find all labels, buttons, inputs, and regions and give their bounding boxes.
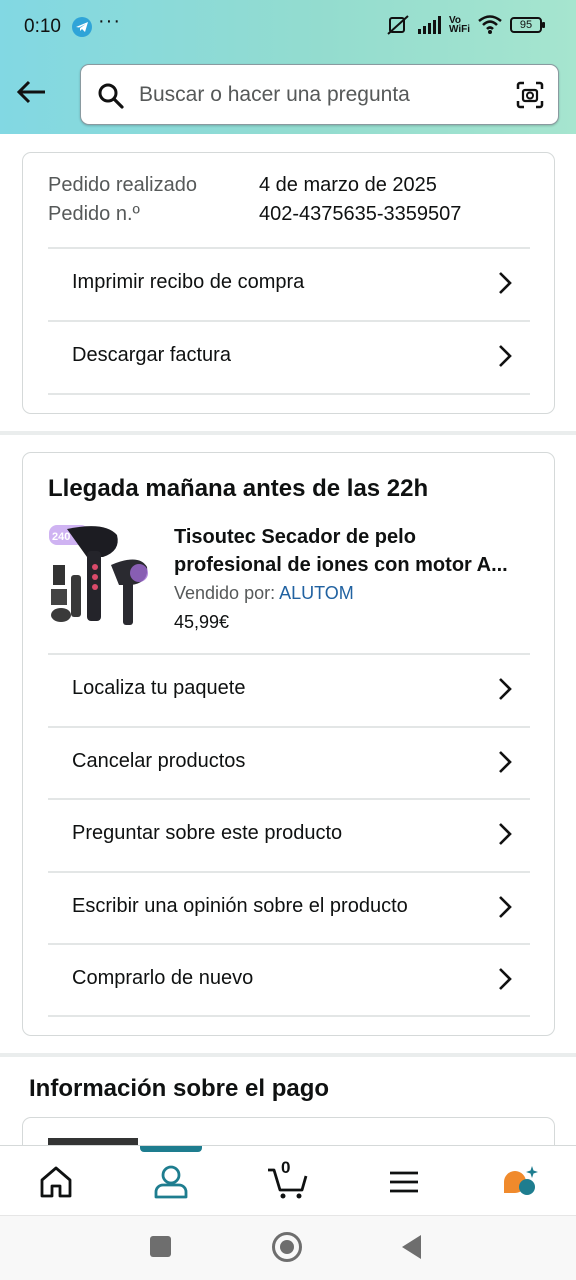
order-number-label: Pedido n.º [48, 203, 140, 225]
shipment-card: Llegada mañana antes de las 22h 240° Tis… [22, 452, 555, 1036]
back-arrow-icon[interactable] [14, 74, 50, 110]
product-title-line2[interactable]: profesional de iones con motor A... [174, 551, 534, 579]
divider [48, 1015, 530, 1017]
chevron-right-icon [499, 968, 512, 990]
vowifi-icon: Vo WiFi [448, 15, 470, 35]
sold-by: Vendido por: ALUTOM [174, 583, 354, 604]
cart-button[interactable]: 0 [266, 1158, 310, 1200]
search-input[interactable]: Buscar o hacer una pregunta [139, 83, 410, 107]
divider [48, 393, 530, 395]
menu-icon[interactable] [384, 1164, 424, 1200]
recent-apps-button[interactable] [150, 1236, 171, 1257]
section-divider [0, 431, 576, 435]
status-bar: 0:10 ··· Vo WiFi 95 [0, 0, 576, 54]
buy-again-row[interactable]: Comprarlo de nuevo [48, 943, 530, 1015]
order-summary-card: Pedido realizado 4 de marzo de 2025 Pedi… [22, 152, 555, 414]
chevron-right-icon [499, 272, 512, 294]
product-price: 45,99€ [174, 612, 230, 632]
write-review-label: Escribir una opinión sobre el producto [72, 895, 408, 917]
active-tab-indicator [140, 1146, 202, 1152]
wifi-icon [478, 15, 502, 34]
print-receipt-label: Imprimir recibo de compra [72, 271, 305, 293]
cart-count: 0 [281, 1158, 291, 1177]
search-bar[interactable]: Buscar o hacer una pregunta [80, 64, 559, 125]
ask-product-question-label: Preguntar sobre este producto [72, 822, 343, 844]
sold-by-label: Vendido por: [174, 583, 276, 603]
home-icon[interactable] [36, 1164, 76, 1200]
chevron-right-icon [499, 345, 512, 367]
search-icon [98, 83, 124, 109]
track-package-row[interactable]: Localiza tu paquete [48, 653, 530, 725]
account-icon[interactable] [151, 1164, 191, 1200]
product-title-line1[interactable]: Tisoutec Secador de pelo [174, 523, 534, 551]
home-button[interactable] [272, 1232, 302, 1262]
chevron-right-icon [499, 678, 512, 700]
chevron-right-icon [499, 751, 512, 773]
order-date-value: 4 de marzo de 2025 [259, 174, 437, 196]
track-package-label: Localiza tu paquete [72, 677, 246, 699]
system-back-button[interactable] [402, 1235, 421, 1259]
delivery-title: Llegada mañana antes de las 22h [48, 475, 429, 502]
app-header: 0:10 ··· Vo WiFi 95 Buscar o hacer una p… [0, 0, 576, 134]
ask-product-question-row[interactable]: Preguntar sobre este producto [48, 798, 530, 870]
mute-vibrate-icon [387, 15, 409, 35]
status-time: 0:10 [24, 16, 61, 37]
more-dots-icon: ··· [98, 10, 121, 32]
bottom-navigation: 0 [0, 1145, 576, 1215]
print-receipt-row[interactable]: Imprimir recibo de compra [48, 247, 530, 319]
cancel-items-row[interactable]: Cancelar productos [48, 726, 530, 798]
camera-search-icon[interactable] [516, 81, 544, 109]
signal-icon [417, 16, 441, 34]
write-review-row[interactable]: Escribir una opinión sobre el producto [48, 871, 530, 943]
buy-again-label: Comprarlo de nuevo [72, 967, 254, 989]
section-divider [0, 1053, 576, 1057]
payment-info-title: Información sobre el pago [29, 1075, 330, 1102]
system-navigation-bar [0, 1215, 576, 1280]
product-image[interactable]: 240° [47, 521, 151, 627]
order-number-value: 402-4375635-3359507 [259, 203, 462, 225]
telegram-icon [72, 17, 92, 37]
order-date-label: Pedido realizado [48, 174, 197, 196]
chevron-right-icon [499, 896, 512, 918]
chevron-right-icon [499, 823, 512, 845]
download-invoice-label: Descargar factura [72, 344, 231, 366]
download-invoice-row[interactable]: Descargar factura [48, 320, 530, 392]
rufus-icon[interactable] [500, 1164, 540, 1200]
cancel-items-label: Cancelar productos [72, 750, 246, 772]
seller-link[interactable]: ALUTOM [279, 583, 354, 603]
battery-icon: 95 [510, 17, 545, 33]
